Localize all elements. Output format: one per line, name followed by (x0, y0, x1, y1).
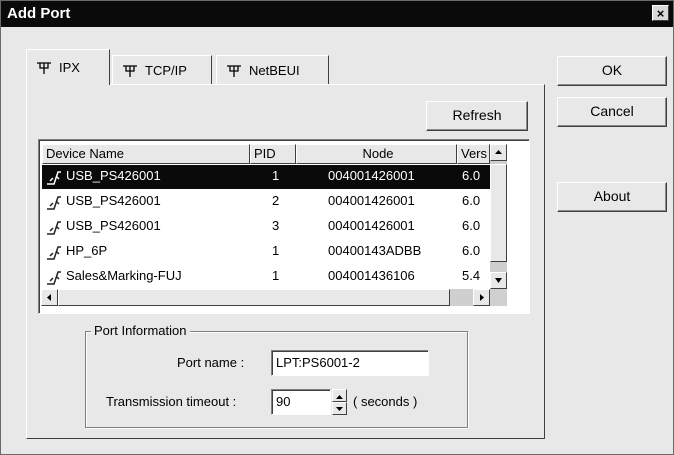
printer-port-icon (47, 196, 61, 210)
column-header-pid[interactable]: PID (250, 144, 296, 164)
device-name: USB_PS426001 (66, 168, 161, 183)
horizontal-scrollbar[interactable] (41, 289, 490, 306)
device-name: USB_PS426001 (66, 218, 161, 233)
seconds-unit-label: ( seconds ) (353, 394, 418, 409)
printer-port-icon (47, 171, 61, 185)
printer-port-icon (47, 271, 61, 285)
device-pid: 3 (272, 218, 280, 233)
network-icon (37, 61, 51, 74)
port-name-label: Port name : (177, 355, 245, 370)
timeout-input[interactable]: 90 (271, 389, 331, 415)
device-node: 004001426001 (328, 168, 415, 183)
port-information-label: Port Information (91, 323, 190, 338)
scroll-up-button[interactable] (490, 144, 507, 161)
device-pid: 1 (272, 268, 280, 283)
cancel-button[interactable]: Cancel (557, 97, 667, 127)
device-name: HP_6P (66, 243, 108, 258)
device-node: 004001426001 (328, 218, 415, 233)
tab-ipx[interactable]: IPX (26, 49, 110, 85)
arrow-up-icon (336, 395, 343, 399)
dialog-title: Add Port (7, 5, 71, 22)
timeout-spin-up[interactable] (332, 389, 347, 402)
printer-port-icon (47, 221, 61, 235)
close-button[interactable]: × (652, 5, 669, 21)
column-header-device-name[interactable]: Device Name (42, 144, 250, 164)
device-pid: 1 (272, 168, 280, 183)
printer-port-icon (47, 246, 61, 260)
device-vers: 5.4 (462, 268, 481, 283)
device-vers: 6.0 (462, 218, 481, 233)
scrollbar-corner (490, 289, 507, 306)
port-name-input[interactable]: LPT:PS6001-2 (271, 350, 429, 376)
device-name: USB_PS426001 (66, 193, 161, 208)
device-name: Sales&Marking-FUJ (66, 268, 182, 283)
tab-label-netbeui: NetBEUI (249, 63, 300, 78)
device-vers: 6.0 (462, 168, 481, 183)
tab-label-tcpip: TCP/IP (145, 63, 187, 78)
device-vers: 6.0 (462, 243, 481, 258)
device-node: 004001426001 (328, 193, 415, 208)
scroll-right-button[interactable] (473, 289, 490, 306)
table-row[interactable]: HP_6P 1 00400143ADBB 6.0 (42, 240, 490, 264)
timeout-label: Transmission timeout : (106, 394, 237, 409)
device-list[interactable]: Device Name PID Node Vers USB_PS426001 1… (38, 139, 530, 314)
arrow-down-icon (495, 278, 502, 283)
scroll-thumb[interactable] (490, 164, 507, 262)
network-icon (227, 64, 241, 77)
vertical-scrollbar[interactable] (490, 144, 507, 289)
device-node: 004001436106 (328, 268, 415, 283)
horizontal-scroll-thumb[interactable] (58, 289, 450, 306)
table-row[interactable]: Sales&Marking-FUJ 1 004001436106 5.4 (42, 265, 490, 289)
table-row[interactable]: USB_PS426001 1 004001426001 6.0 (42, 165, 490, 189)
device-vers: 6.0 (462, 193, 481, 208)
arrow-down-icon (336, 407, 343, 411)
device-pid: 2 (272, 193, 280, 208)
about-button[interactable]: About (557, 182, 667, 212)
add-port-dialog: Add Port × IPX TCP/IP NetBEUI OK Cancel … (0, 0, 674, 455)
arrow-up-icon (495, 150, 502, 154)
column-header-vers[interactable]: Vers (457, 144, 490, 164)
scroll-down-button[interactable] (490, 272, 507, 289)
arrow-left-icon (47, 294, 51, 301)
table-row[interactable]: USB_PS426001 2 004001426001 6.0 (42, 190, 490, 214)
table-row[interactable]: USB_PS426001 3 004001426001 6.0 (42, 215, 490, 239)
column-header-node[interactable]: Node (296, 144, 457, 164)
timeout-spin-down[interactable] (332, 402, 347, 415)
tab-label-ipx: IPX (59, 60, 80, 75)
arrow-right-icon (480, 294, 484, 301)
device-node: 00400143ADBB (328, 243, 422, 258)
title-bar[interactable]: Add Port × (1, 1, 673, 27)
tab-tcpip[interactable]: TCP/IP (112, 55, 212, 85)
ok-button[interactable]: OK (557, 56, 667, 86)
network-icon (123, 64, 137, 77)
tab-netbeui[interactable]: NetBEUI (216, 55, 329, 85)
device-pid: 1 (272, 243, 280, 258)
scroll-left-button[interactable] (41, 289, 58, 306)
refresh-button[interactable]: Refresh (426, 101, 528, 131)
